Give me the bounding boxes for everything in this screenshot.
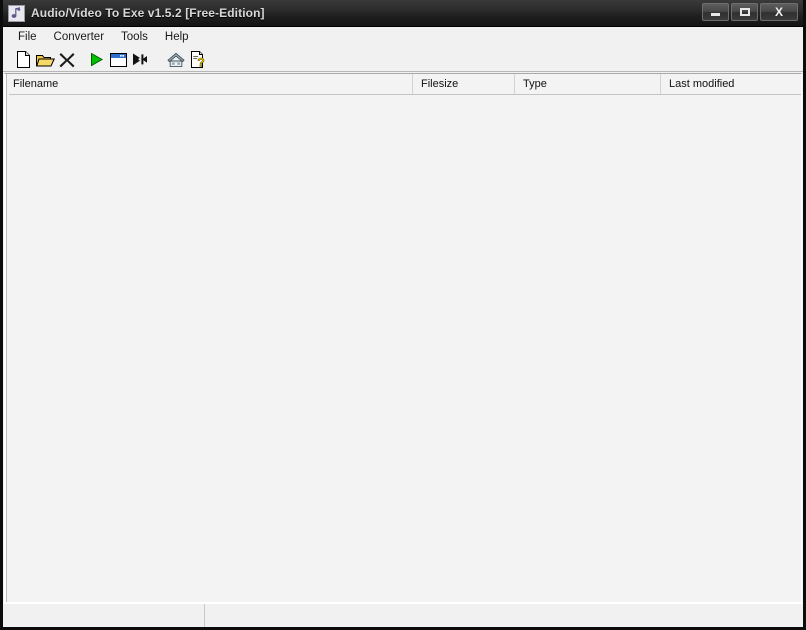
music-note-icon — [8, 4, 25, 22]
start-button[interactable] — [85, 50, 107, 70]
open-folder-icon — [35, 52, 55, 68]
file-list-header: Filename Filesize Type Last modified — [5, 74, 801, 95]
status-panel-right — [205, 604, 803, 627]
menu-item-file[interactable]: File — [10, 29, 46, 46]
minimize-button[interactable] — [702, 3, 729, 21]
menu-bar: File Converter Tools Help — [3, 27, 803, 48]
title-bar: Audio/Video To Exe v1.5.2 [Free-Edition]… — [3, 0, 803, 27]
status-bar — [3, 603, 803, 627]
menu-item-help[interactable]: Help — [157, 29, 198, 46]
help-button[interactable]: ? — [187, 50, 209, 70]
window-button[interactable] — [107, 50, 129, 70]
open-folder-button[interactable] — [34, 50, 56, 70]
column-header-last-modified[interactable]: Last modified — [661, 74, 801, 94]
home-icon — [167, 52, 185, 68]
window-icon — [109, 52, 127, 67]
window-controls: X — [702, 3, 798, 21]
menu-item-converter[interactable]: Converter — [46, 29, 114, 46]
svg-text:?: ? — [197, 55, 204, 68]
menu-item-tools[interactable]: Tools — [113, 29, 157, 46]
minimize-icon — [711, 13, 720, 16]
file-list-body[interactable] — [5, 95, 801, 602]
maximize-button[interactable] — [731, 3, 758, 21]
homepage-button[interactable] — [165, 50, 187, 70]
new-file-icon — [16, 51, 31, 68]
toolbar: ? — [3, 48, 803, 72]
status-panel-left — [3, 604, 205, 627]
merge-arrows-icon — [132, 52, 148, 67]
file-list: Filename Filesize Type Last modified — [4, 73, 802, 603]
column-header-filename[interactable]: Filename — [5, 74, 413, 94]
application-window: Audio/Video To Exe v1.5.2 [Free-Edition]… — [0, 0, 806, 630]
help-document-icon: ? — [190, 51, 206, 68]
column-header-type[interactable]: Type — [515, 74, 661, 94]
list-left-rail — [5, 74, 9, 602]
remove-x-icon — [59, 52, 75, 68]
maximize-icon — [739, 8, 750, 16]
window-title: Audio/Video To Exe v1.5.2 [Free-Edition] — [31, 6, 265, 20]
close-button[interactable]: X — [760, 3, 798, 21]
column-header-filesize[interactable]: Filesize — [413, 74, 515, 94]
new-file-button[interactable] — [12, 50, 34, 70]
play-icon — [89, 52, 104, 67]
remove-button[interactable] — [56, 50, 78, 70]
close-icon: X — [774, 5, 783, 19]
join-button[interactable] — [129, 50, 151, 70]
